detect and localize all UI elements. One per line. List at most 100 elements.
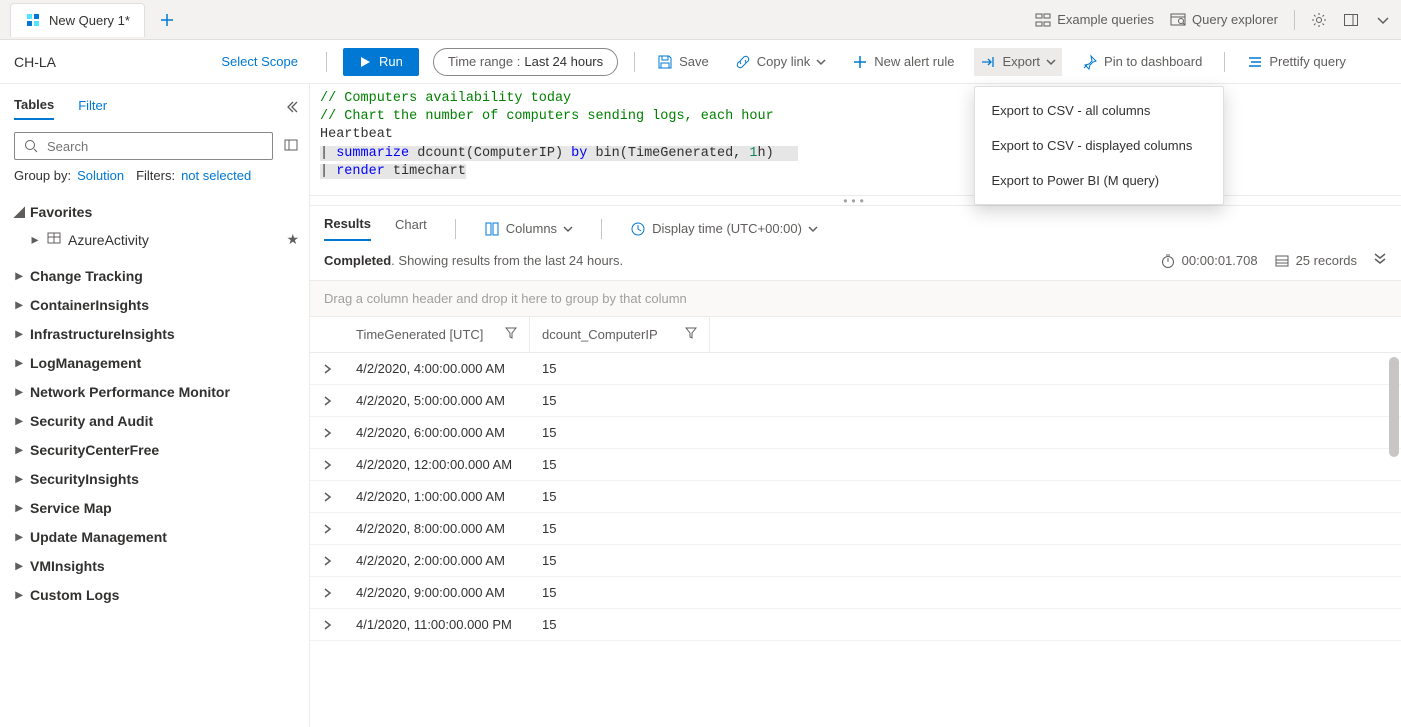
select-scope-link[interactable]: Select Scope bbox=[221, 54, 298, 69]
add-tab-button[interactable] bbox=[159, 12, 175, 28]
table-row[interactable]: 4/2/2020, 2:00:00.000 AM15 bbox=[310, 545, 1401, 577]
expand-all-column[interactable] bbox=[310, 317, 344, 352]
filters-value[interactable]: not selected bbox=[181, 168, 251, 183]
chart-tab[interactable]: Chart bbox=[395, 217, 427, 240]
query-explorer-button[interactable]: Query explorer bbox=[1170, 12, 1278, 28]
chevron-right-icon bbox=[322, 620, 332, 630]
query-editor[interactable]: // Computers availability today // Chart… bbox=[310, 84, 1401, 196]
columns-button[interactable]: Columns bbox=[484, 221, 573, 237]
save-button[interactable]: Save bbox=[651, 48, 715, 76]
cell-time: 4/2/2020, 4:00:00.000 AM bbox=[344, 361, 530, 376]
cell-time: 4/2/2020, 12:00:00.000 AM bbox=[344, 457, 530, 472]
preview-toggle[interactable] bbox=[283, 137, 299, 156]
sidebar-category[interactable]: ▸Service Map bbox=[14, 493, 299, 522]
table-row[interactable]: 4/2/2020, 8:00:00.000 AM15 bbox=[310, 513, 1401, 545]
results-tab[interactable]: Results bbox=[324, 216, 371, 241]
export-csv-displayed[interactable]: Export to CSV - displayed columns bbox=[975, 128, 1223, 163]
sidebar-category[interactable]: ▸Update Management bbox=[14, 522, 299, 551]
chevron-right-icon bbox=[322, 396, 332, 406]
filter-icon[interactable] bbox=[685, 327, 697, 342]
example-queries-button[interactable]: Example queries bbox=[1035, 12, 1154, 28]
expand-row-button[interactable] bbox=[310, 588, 344, 598]
table-row[interactable]: 4/2/2020, 12:00:00.000 AM15 bbox=[310, 449, 1401, 481]
chevron-down-icon bbox=[1046, 57, 1056, 67]
panel-button[interactable] bbox=[1343, 12, 1359, 28]
expand-row-button[interactable] bbox=[310, 556, 344, 566]
category-label: VMInsights bbox=[30, 558, 105, 574]
editor-line-1: // Computers availability today bbox=[320, 91, 571, 106]
time-range-value: Last 24 hours bbox=[524, 54, 603, 69]
cell-value: 15 bbox=[530, 393, 710, 408]
expand-row-button[interactable] bbox=[310, 620, 344, 630]
time-range-label: Time range : bbox=[448, 54, 521, 69]
chevron-right-icon bbox=[322, 588, 332, 598]
table-row[interactable]: 4/2/2020, 6:00:00.000 AM15 bbox=[310, 417, 1401, 449]
groupby-value[interactable]: Solution bbox=[77, 168, 124, 183]
records-value: 25 records bbox=[1296, 253, 1357, 268]
scrollbar[interactable] bbox=[1389, 357, 1399, 457]
new-alert-button[interactable]: New alert rule bbox=[846, 48, 960, 76]
sidebar-search[interactable] bbox=[14, 132, 273, 160]
status-bar: Completed. Showing results from the last… bbox=[310, 241, 1401, 281]
splitter-handle[interactable]: ••• bbox=[310, 196, 1401, 206]
expand-row-button[interactable] bbox=[310, 364, 344, 374]
sidebar-category[interactable]: ▸SecurityCenterFree bbox=[14, 435, 299, 464]
table-row[interactable]: 4/2/2020, 1:00:00.000 AM15 bbox=[310, 481, 1401, 513]
sidebar-tab-tables[interactable]: Tables bbox=[14, 97, 54, 120]
sidebar-category[interactable]: ▸Change Tracking bbox=[14, 261, 299, 290]
expand-row-button[interactable] bbox=[310, 396, 344, 406]
cell-time: 4/2/2020, 5:00:00.000 AM bbox=[344, 393, 530, 408]
time-range-picker[interactable]: Time range : Last 24 hours bbox=[433, 48, 618, 76]
sidebar-category[interactable]: ▸Security and Audit bbox=[14, 406, 299, 435]
sidebar-category[interactable]: ▸Network Performance Monitor bbox=[14, 377, 299, 406]
prettify-label: Prettify query bbox=[1269, 54, 1346, 69]
pin-button[interactable]: Pin to dashboard bbox=[1076, 48, 1208, 76]
cell-time: 4/2/2020, 6:00:00.000 AM bbox=[344, 425, 530, 440]
group-by-drop-zone[interactable]: Drag a column header and drop it here to… bbox=[310, 281, 1401, 317]
sidebar-category[interactable]: ▸SecurityInsights bbox=[14, 464, 299, 493]
collapse-sidebar-button[interactable] bbox=[285, 100, 299, 117]
more-button[interactable] bbox=[1375, 12, 1391, 28]
star-icon[interactable]: ★ bbox=[286, 231, 299, 248]
run-button[interactable]: Run bbox=[343, 48, 419, 76]
favorite-item[interactable]: ▸ AzureActivity ★ bbox=[30, 224, 299, 255]
sidebar-tab-filter[interactable]: Filter bbox=[78, 98, 107, 119]
table-row[interactable]: 4/2/2020, 5:00:00.000 AM15 bbox=[310, 385, 1401, 417]
cell-value: 15 bbox=[530, 585, 710, 600]
sidebar-category[interactable]: ▸VMInsights bbox=[14, 551, 299, 580]
workspace-name: CH-LA bbox=[10, 54, 56, 70]
settings-button[interactable] bbox=[1311, 12, 1327, 28]
prettify-button[interactable]: Prettify query bbox=[1241, 48, 1352, 76]
favorites-section[interactable]: ◢ Favorites bbox=[14, 199, 299, 224]
category-label: Security and Audit bbox=[30, 413, 153, 429]
export-powerbi[interactable]: Export to Power BI (M query) bbox=[975, 163, 1223, 198]
export-csv-all[interactable]: Export to CSV - all columns bbox=[975, 93, 1223, 128]
plus-icon bbox=[852, 54, 868, 70]
expand-row-button[interactable] bbox=[310, 492, 344, 502]
display-time-button[interactable]: Display time (UTC+00:00) bbox=[630, 221, 818, 237]
caret-right-icon: ▸ bbox=[14, 499, 24, 516]
cell-value: 15 bbox=[530, 617, 710, 632]
cell-time: 4/2/2020, 2:00:00.000 AM bbox=[344, 553, 530, 568]
table-row[interactable]: 4/2/2020, 4:00:00.000 AM15 bbox=[310, 353, 1401, 385]
column-header-value[interactable]: dcount_ComputerIP bbox=[530, 317, 710, 352]
table-row[interactable]: 4/2/2020, 9:00:00.000 AM15 bbox=[310, 577, 1401, 609]
table-row[interactable]: 4/1/2020, 11:00:00.000 PM15 bbox=[310, 609, 1401, 641]
expand-row-button[interactable] bbox=[310, 428, 344, 438]
logs-icon bbox=[25, 12, 41, 28]
sidebar-category[interactable]: ▸ContainerInsights bbox=[14, 290, 299, 319]
column-header-time[interactable]: TimeGenerated [UTC] bbox=[344, 317, 530, 352]
sidebar-category[interactable]: ▸InfrastructureInsights bbox=[14, 319, 299, 348]
sidebar-category[interactable]: ▸Custom Logs bbox=[14, 580, 299, 609]
export-button[interactable]: Export bbox=[974, 48, 1062, 76]
filter-icon[interactable] bbox=[505, 327, 517, 342]
expand-status-button[interactable] bbox=[1373, 251, 1387, 270]
sidebar-category[interactable]: ▸LogManagement bbox=[14, 348, 299, 377]
sidebar-search-input[interactable] bbox=[45, 138, 264, 155]
column-value-label: dcount_ComputerIP bbox=[542, 327, 658, 342]
separator bbox=[1294, 10, 1295, 30]
query-tab[interactable]: New Query 1* bbox=[10, 3, 145, 37]
copy-link-button[interactable]: Copy link bbox=[729, 48, 832, 76]
expand-row-button[interactable] bbox=[310, 460, 344, 470]
expand-row-button[interactable] bbox=[310, 524, 344, 534]
